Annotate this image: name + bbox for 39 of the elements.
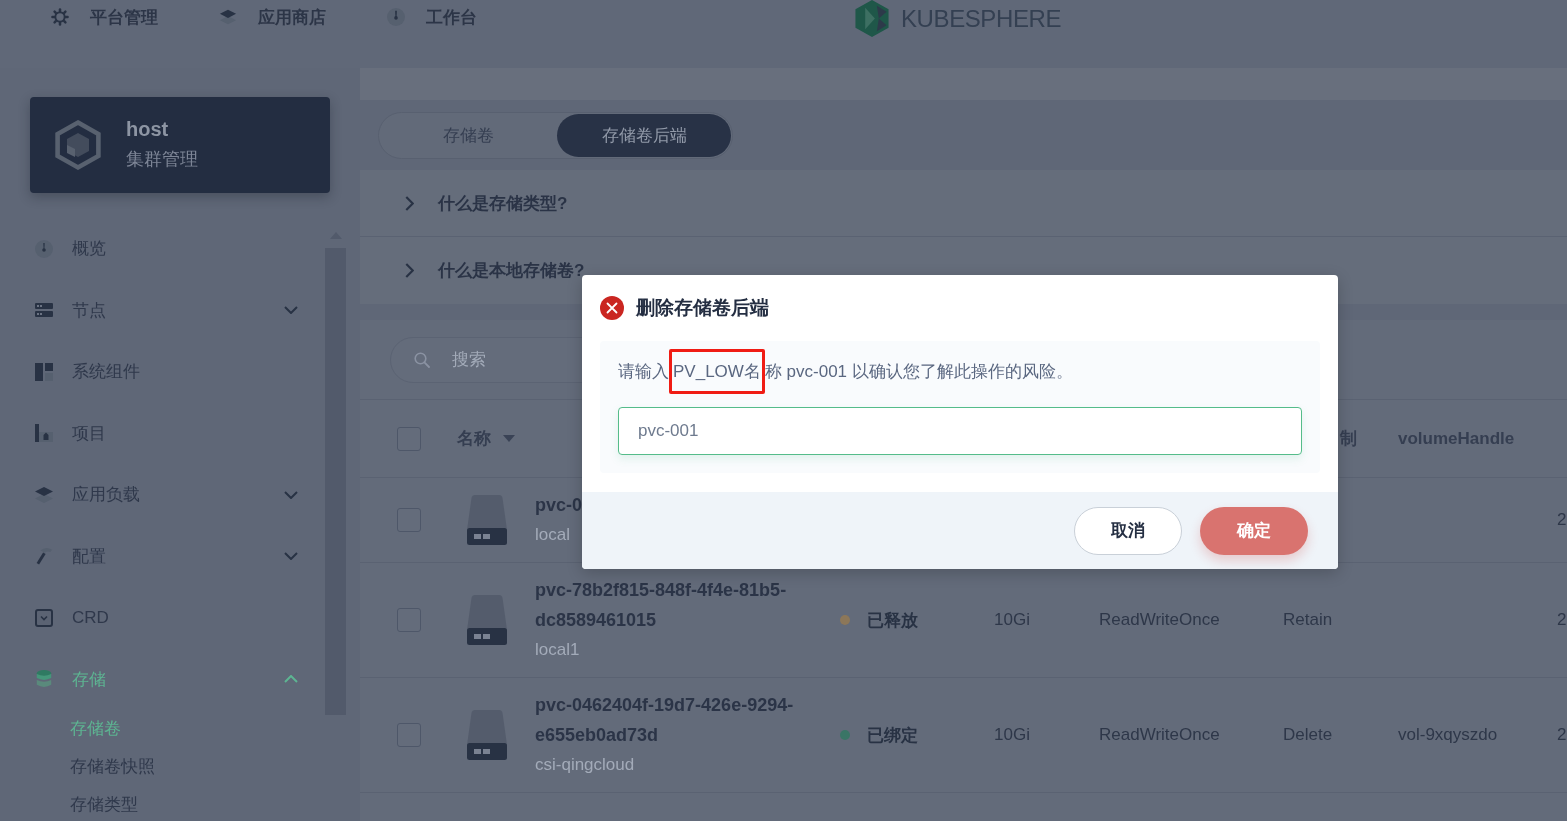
status-text: 已释放: [867, 609, 918, 632]
volume-name[interactable]: pvc-0: [535, 490, 583, 520]
status-text: 已绑定: [867, 724, 918, 747]
cluster-name: host: [126, 117, 170, 142]
hammer-icon: [35, 547, 53, 566]
storage-class-text: csi-qingcloud: [535, 754, 635, 776]
cluster-card[interactable]: host 集群管理: [30, 97, 330, 193]
storage-class-text: local: [535, 524, 570, 546]
disk-icon: [467, 495, 507, 545]
project-icon: [35, 424, 53, 443]
layers-icon: [35, 485, 53, 504]
gear-icon: [51, 8, 69, 26]
server-icon: [35, 301, 53, 320]
cube-icon: [55, 120, 101, 170]
confirm-button[interactable]: 确定: [1200, 506, 1308, 555]
volume-name[interactable]: pvc-0462404f-19d7-426e-9294-e655eb0ad73d: [535, 690, 825, 750]
tiles-icon: [35, 362, 53, 381]
gauge-icon: [35, 239, 53, 258]
logo-icon: [853, 0, 891, 37]
cancel-button[interactable]: 取消: [1074, 506, 1182, 555]
layers-icon: [219, 8, 237, 26]
highlight-frame: PV_LOW名: [669, 349, 765, 394]
confirm-input[interactable]: pvc-001: [618, 407, 1302, 455]
database-icon: [35, 670, 53, 689]
disk-icon: [467, 710, 507, 760]
error-icon: [600, 296, 624, 320]
volume-name[interactable]: pvc-78b2f815-848f-4f4e-81b5-dc8589461015: [535, 575, 825, 635]
menu-item[interactable]: 存储: [35, 648, 325, 710]
search-icon: [414, 352, 430, 368]
sort-caret-icon[interactable]: [503, 435, 515, 442]
crd-icon: [35, 608, 53, 627]
gauge-icon: [387, 8, 405, 26]
tab[interactable]: 存储卷后端: [557, 114, 731, 157]
faq-item[interactable]: 什么是存储类型?: [360, 170, 1567, 237]
dialog-title: 删除存储卷后端: [636, 296, 769, 320]
cluster-subtitle: 集群管理: [126, 148, 198, 171]
storage-class-text: local1: [535, 639, 580, 661]
disk-icon: [467, 595, 507, 645]
submenu-item[interactable]: 存储卷: [35, 710, 325, 748]
